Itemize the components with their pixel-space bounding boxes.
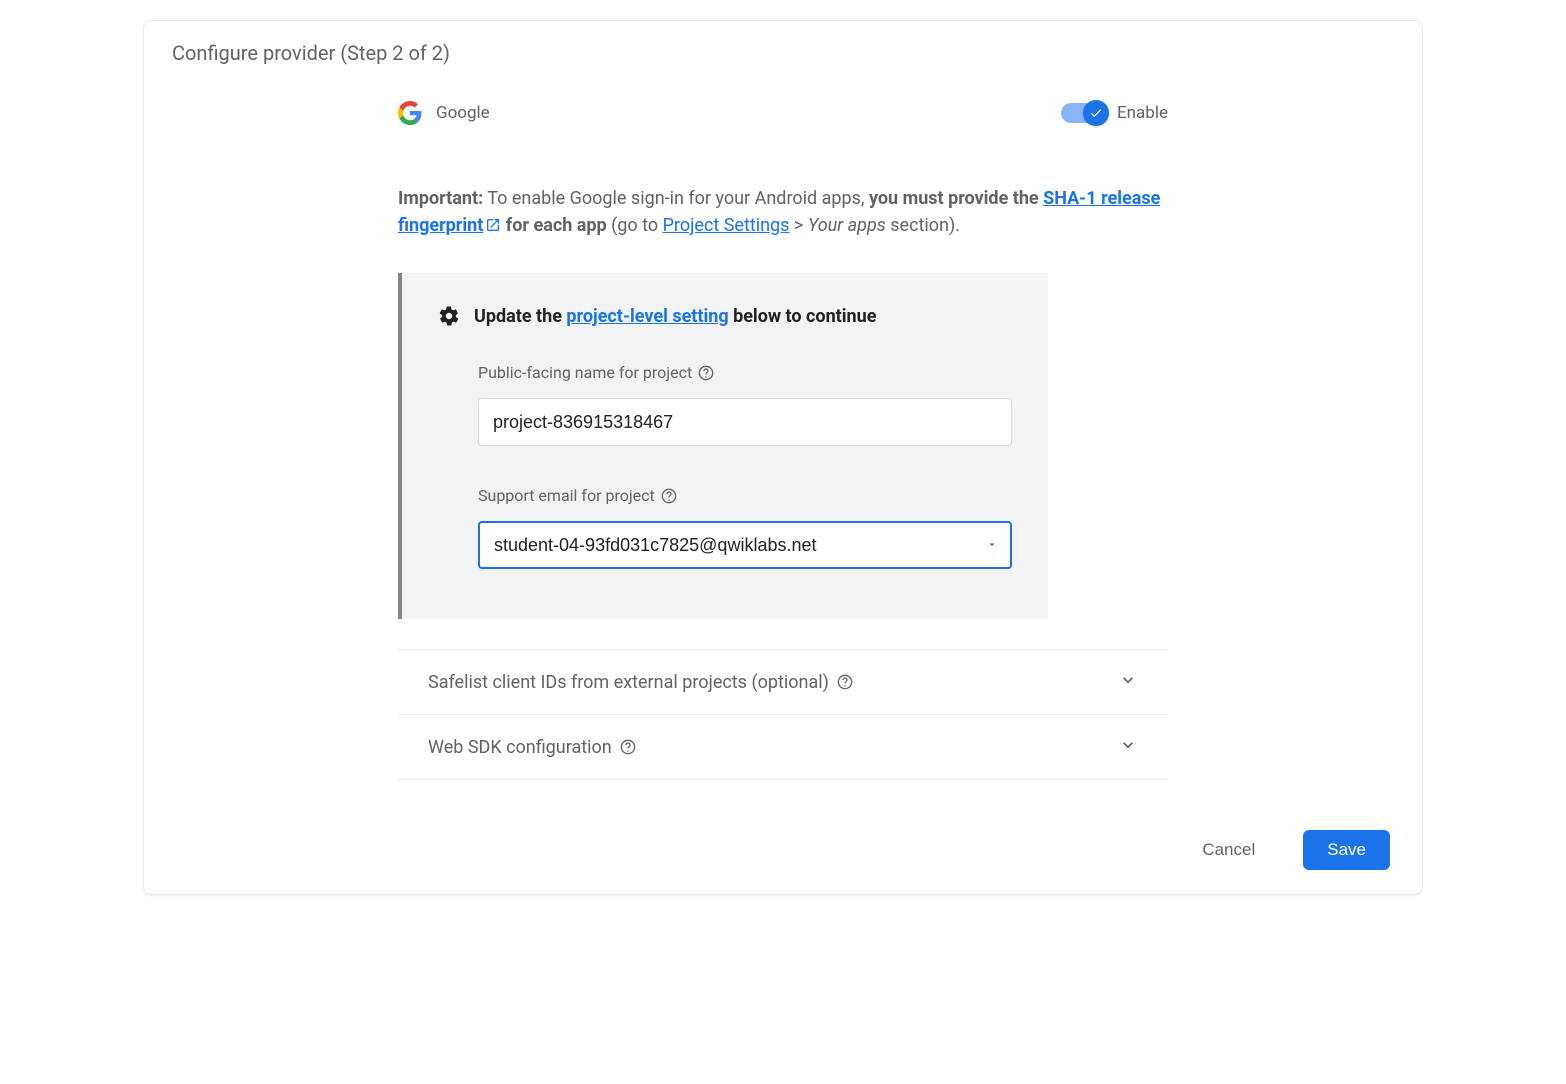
- provider-identity: Google: [398, 101, 490, 125]
- support-email-select-wrap: student-04-93fd031c7825@qwiklabs.net: [478, 521, 1012, 569]
- provider-row: Google Enable: [398, 101, 1168, 125]
- public-name-field: Public-facing name for project: [478, 363, 1012, 446]
- enable-toggle-wrap: Enable: [1061, 103, 1168, 123]
- important-label: Important:: [398, 188, 483, 209]
- websdk-title: Web SDK configuration: [428, 737, 636, 758]
- configure-provider-card: Configure provider (Step 2 of 2) Google …: [143, 20, 1423, 895]
- help-icon[interactable]: [698, 365, 714, 381]
- important-notice: Important: To enable Google sign-in for …: [398, 185, 1168, 241]
- help-icon[interactable]: [661, 488, 677, 504]
- websdk-section[interactable]: Web SDK configuration: [398, 714, 1168, 780]
- external-link-icon: [485, 214, 501, 241]
- google-logo-icon: [398, 101, 422, 125]
- support-email-field: Support email for project student-04-93f…: [478, 486, 1012, 569]
- project-level-setting-link[interactable]: project-level setting: [566, 306, 728, 327]
- toggle-thumb: [1083, 100, 1109, 126]
- provider-name: Google: [436, 103, 490, 123]
- support-email-select[interactable]: student-04-93fd031c7825@qwiklabs.net: [478, 521, 1012, 569]
- public-name-input[interactable]: [478, 398, 1012, 446]
- expandable-sections: Safelist client IDs from external projec…: [398, 649, 1168, 780]
- card-title: Configure provider (Step 2 of 2): [144, 21, 1422, 77]
- enable-toggle[interactable]: [1061, 103, 1107, 123]
- safelist-section[interactable]: Safelist client IDs from external projec…: [398, 649, 1168, 714]
- help-icon[interactable]: [620, 739, 636, 755]
- project-settings-link[interactable]: Project Settings: [663, 215, 790, 236]
- public-name-label: Public-facing name for project: [478, 363, 1012, 382]
- support-email-label: Support email for project: [478, 486, 1012, 505]
- chevron-down-icon: [1118, 735, 1138, 759]
- save-button[interactable]: Save: [1303, 830, 1390, 870]
- dialog-actions: Cancel Save: [144, 820, 1422, 870]
- project-settings-panel: Update the project-level setting below t…: [398, 273, 1048, 619]
- card-content: Google Enable Important: To enable Googl…: [144, 77, 1422, 780]
- safelist-title: Safelist client IDs from external projec…: [428, 672, 853, 693]
- gear-icon: [438, 305, 460, 327]
- chevron-down-icon: [1118, 670, 1138, 694]
- cancel-button[interactable]: Cancel: [1178, 830, 1279, 870]
- panel-heading: Update the project-level setting below t…: [438, 305, 1012, 327]
- check-icon: [1089, 106, 1103, 120]
- enable-toggle-label: Enable: [1117, 103, 1168, 123]
- help-icon[interactable]: [837, 674, 853, 690]
